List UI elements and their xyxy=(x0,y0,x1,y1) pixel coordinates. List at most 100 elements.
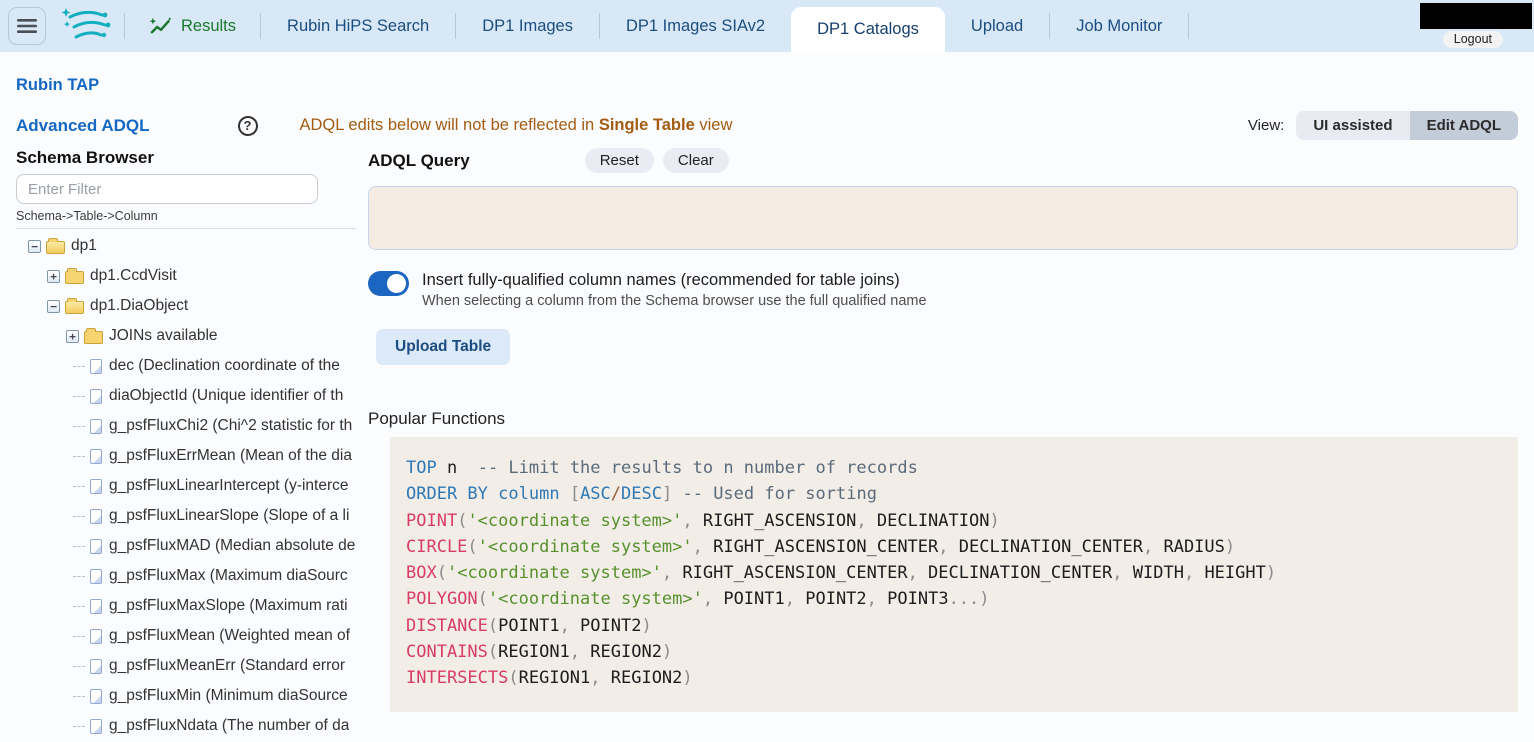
tab-job-monitor[interactable]: Job Monitor xyxy=(1050,0,1188,52)
tree-item-dec[interactable]: dec (Declination coordinate of the xyxy=(16,351,356,381)
tree-item-g_psfFluxMax[interactable]: g_psfFluxMax (Maximum diaSourc xyxy=(16,561,356,591)
tree-connector xyxy=(73,366,85,367)
logout-button[interactable]: Logout xyxy=(1443,31,1503,48)
rubin-observatory-logo-icon xyxy=(52,0,124,52)
tree-item-g_psfFluxErrMean[interactable]: g_psfFluxErrMean (Mean of the dia xyxy=(16,441,356,471)
expand-icon[interactable]: + xyxy=(47,270,60,283)
tab-rubin-hips-search[interactable]: Rubin HiPS Search xyxy=(261,0,455,52)
tree-connector xyxy=(73,486,85,487)
fully-qualified-toggle-row: Insert fully-qualified column names (rec… xyxy=(368,271,1518,309)
hamburger-menu-button[interactable] xyxy=(8,7,46,45)
folder-icon xyxy=(65,271,84,284)
collapse-icon[interactable]: − xyxy=(28,240,41,253)
tree-item-g_psfFluxNdata[interactable]: g_psfFluxNdata (The number of da xyxy=(16,711,356,741)
tree-connector xyxy=(73,426,85,427)
tree-connector xyxy=(73,456,85,457)
tree-item-diaObjectId[interactable]: diaObjectId (Unique identifier of th xyxy=(16,381,356,411)
tree-item-label: dec (Declination coordinate of the xyxy=(109,357,340,375)
code-line: INTERSECTS(REGION1, REGION2) xyxy=(406,665,1502,691)
column-icon xyxy=(90,509,102,524)
warning-prefix: ADQL edits below will not be reflected i… xyxy=(300,116,599,134)
schema-hint: Schema->Table->Column xyxy=(16,209,356,229)
tab-dp1-images[interactable]: DP1 Images xyxy=(456,0,599,52)
tree-item-g_psfFluxMaxSlope[interactable]: g_psfFluxMaxSlope (Maximum rati xyxy=(16,591,356,621)
column-icon xyxy=(90,359,102,374)
adql-panel: ADQL Query Reset Clear Insert fully-qual… xyxy=(368,148,1534,712)
adql-warning-text: ADQL edits below will not be reflected i… xyxy=(300,116,733,135)
folder-icon xyxy=(65,301,84,314)
column-icon xyxy=(90,659,102,674)
tree-connector xyxy=(73,576,85,577)
column-icon xyxy=(90,479,102,494)
clear-button[interactable]: Clear xyxy=(663,148,729,173)
tab-dp1-images-siav2[interactable]: DP1 Images SIAv2 xyxy=(600,0,791,52)
view-option-ui-assisted[interactable]: UI assisted xyxy=(1296,111,1409,140)
tree-connector xyxy=(73,516,85,517)
column-icon xyxy=(90,689,102,704)
code-line: POLYGON('<coordinate system>', POINT1, P… xyxy=(406,586,1502,612)
tree-item-dp1[interactable]: − dp1 xyxy=(16,231,356,261)
nav-divider xyxy=(1188,13,1189,39)
tab-dp1-catalogs[interactable]: DP1 Catalogs xyxy=(791,7,945,52)
main-content: Schema Browser Schema->Table->Column − dp… xyxy=(16,148,1534,742)
top-navbar: Results Rubin HiPS SearchDP1 ImagesDP1 I… xyxy=(0,0,1534,52)
popular-functions-title: Popular Functions xyxy=(368,409,1518,429)
tree-item-label: g_psfFluxMax (Maximum diaSourc xyxy=(109,567,348,585)
adql-header: ADQL Query Reset Clear xyxy=(368,148,1518,173)
code-line: ORDER BY column [ASC/DESC] -- Used for s… xyxy=(406,481,1502,507)
tree-item-label: dp1.DiaObject xyxy=(90,297,188,315)
tree-item-dp1.CcdVisit[interactable]: +dp1.CcdVisit xyxy=(16,261,356,291)
tree-item-label: g_psfFluxMaxSlope (Maximum rati xyxy=(109,597,348,615)
tree-item-label: diaObjectId (Unique identifier of th xyxy=(109,387,343,405)
tree-item-g_psfFluxMin[interactable]: g_psfFluxMin (Minimum diaSource xyxy=(16,681,356,711)
tree-connector xyxy=(73,636,85,637)
tab-upload[interactable]: Upload xyxy=(945,0,1049,52)
tree-item-g_psfFluxMean[interactable]: g_psfFluxMean (Weighted mean of xyxy=(16,621,356,651)
upload-table-button[interactable]: Upload Table xyxy=(376,329,510,365)
column-icon xyxy=(90,389,102,404)
folder-icon xyxy=(84,331,103,344)
schema-filter-input[interactable] xyxy=(16,174,318,204)
adql-query-textarea[interactable] xyxy=(368,186,1518,250)
view-option-edit-adql[interactable]: Edit ADQL xyxy=(1410,111,1518,140)
advanced-adql-link[interactable]: Advanced ADQL xyxy=(16,116,150,136)
tree-item-label: g_psfFluxLinearIntercept (y-interce xyxy=(109,477,349,495)
tree-item-JOINs[interactable]: +JOINs available xyxy=(16,321,356,351)
tree-connector xyxy=(73,696,85,697)
hamburger-icon xyxy=(17,18,37,34)
reset-button[interactable]: Reset xyxy=(585,148,654,173)
tab-results[interactable]: Results xyxy=(125,0,260,52)
tree-item-label: g_psfFluxMean (Weighted mean of xyxy=(109,627,350,645)
column-icon xyxy=(90,539,102,554)
tree-item-g_psfFluxLinearIntercept[interactable]: g_psfFluxLinearIntercept (y-interce xyxy=(16,471,356,501)
expand-icon[interactable]: + xyxy=(66,330,79,343)
tree-item-g_psfFluxLinearSlope[interactable]: g_psfFluxLinearSlope (Slope of a li xyxy=(16,501,356,531)
toggle-label: Insert fully-qualified column names (rec… xyxy=(422,271,927,290)
tree-item-label: g_psfFluxNdata (The number of da xyxy=(109,717,349,735)
tree-item-g_psfFluxMeanErr[interactable]: g_psfFluxMeanErr (Standard error xyxy=(16,651,356,681)
help-icon[interactable]: ? xyxy=(238,116,258,136)
fully-qualified-toggle[interactable] xyxy=(368,271,409,296)
tree-item-g_psfFluxChi2[interactable]: g_psfFluxChi2 (Chi^2 statistic for th xyxy=(16,411,356,441)
tree-connector xyxy=(73,396,85,397)
adql-query-title: ADQL Query xyxy=(368,151,470,171)
tree-connector xyxy=(73,546,85,547)
folder-icon xyxy=(46,241,65,254)
tree-item-label: dp1 xyxy=(71,237,97,255)
tree-connector xyxy=(73,726,85,727)
schema-browser-panel: Schema Browser Schema->Table->Column − dp… xyxy=(16,148,356,742)
column-icon xyxy=(90,599,102,614)
tree-connector xyxy=(73,606,85,607)
code-line: CIRCLE('<coordinate system>', RIGHT_ASCE… xyxy=(406,534,1502,560)
tree-item-dp1.DiaObject[interactable]: − dp1.DiaObject xyxy=(16,291,356,321)
results-label: Results xyxy=(181,17,236,36)
tree-item-g_psfFluxMAD[interactable]: g_psfFluxMAD (Median absolute de xyxy=(16,531,356,561)
collapse-icon[interactable]: − xyxy=(47,300,60,313)
tree-item-label: g_psfFluxErrMean (Mean of the dia xyxy=(109,447,352,465)
results-chart-icon xyxy=(149,16,172,36)
column-icon xyxy=(90,629,102,644)
code-line: POINT('<coordinate system>', RIGHT_ASCEN… xyxy=(406,508,1502,534)
warning-suffix: view xyxy=(695,116,733,134)
schema-browser-title: Schema Browser xyxy=(16,148,356,168)
code-line: TOP n -- Limit the results to n number o… xyxy=(406,455,1502,481)
